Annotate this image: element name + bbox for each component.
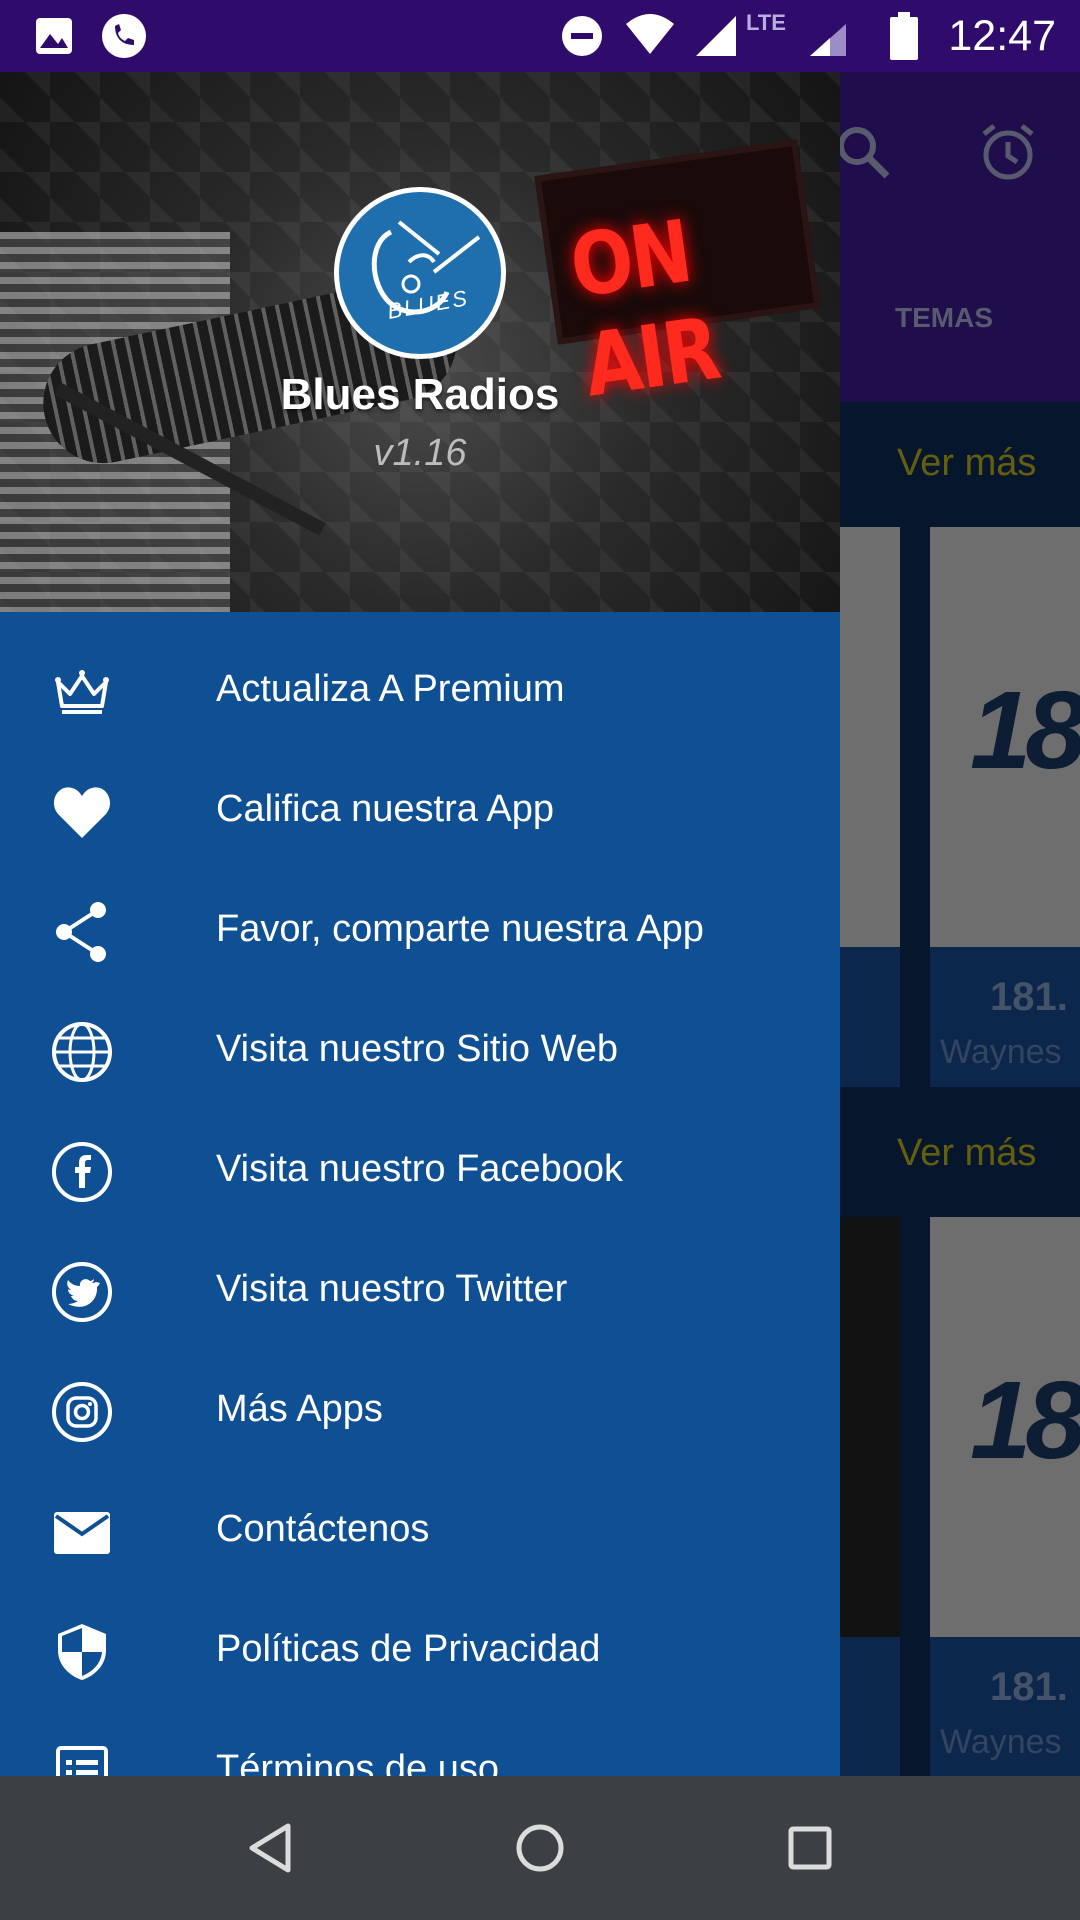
drawer-header: ON AIR BLUES Blues Radios v1.16 (0, 72, 840, 612)
menu-item-label: Políticas de Privacidad (216, 1628, 601, 1670)
app-name: Blues Radios (280, 370, 560, 419)
menu-item-website[interactable]: Visita nuestro Sitio Web (0, 992, 840, 1112)
menu-item-share-app[interactable]: Favor, comparte nuestra App (0, 872, 840, 992)
menu-item-more-apps[interactable]: Más Apps (0, 1352, 840, 1472)
menu-item-premium[interactable]: Actualiza A Premium (0, 632, 840, 752)
app-version: v1.16 (373, 432, 467, 474)
menu-item-label: Visita nuestro Sitio Web (216, 1028, 619, 1070)
menu-item-contact[interactable]: Contáctenos (0, 1472, 840, 1592)
recents-icon[interactable] (780, 1818, 840, 1878)
status-bar: LTE 12:47 (0, 0, 1080, 72)
menu-item-rate-app[interactable]: Califica nuestra App (0, 752, 840, 872)
signal-secondary-icon (810, 24, 846, 56)
menu-item-label: Califica nuestra App (216, 788, 554, 830)
menu-item-label: Términos de uso (216, 1748, 500, 1776)
do-not-disturb-icon (562, 16, 602, 56)
signal-icon (696, 16, 736, 56)
document-list-icon (56, 1746, 108, 1776)
menu-item-terms[interactable]: Términos de uso (0, 1712, 840, 1776)
menu-item-label: Actualiza A Premium (216, 668, 565, 710)
phone-icon (102, 14, 146, 58)
facebook-icon (52, 1142, 112, 1202)
share-icon (56, 902, 106, 962)
guitar-logo-icon (371, 220, 481, 315)
wifi-icon (626, 14, 674, 54)
instagram-icon (52, 1382, 112, 1442)
menu-item-privacy[interactable]: Políticas de Privacidad (0, 1592, 840, 1712)
heart-icon (53, 787, 111, 838)
app-logo: BLUES (334, 187, 506, 359)
battery-icon (890, 12, 918, 60)
on-air-sign: ON AIR (534, 139, 821, 417)
crown-icon (55, 670, 109, 714)
menu-item-label: Visita nuestro Facebook (216, 1148, 623, 1190)
clock: 12:47 (948, 12, 1056, 60)
menu-item-label: Visita nuestro Twitter (216, 1268, 568, 1310)
menu-item-label: Contáctenos (216, 1508, 430, 1550)
menu-item-label: Favor, comparte nuestra App (216, 908, 704, 950)
network-type-label: LTE (746, 10, 786, 35)
mail-icon (54, 1512, 110, 1554)
menu-item-twitter[interactable]: Visita nuestro Twitter (0, 1232, 840, 1352)
home-icon[interactable] (510, 1818, 570, 1878)
twitter-icon (52, 1262, 112, 1322)
navigation-drawer: ON AIR BLUES Blues Radios v1.16 Actualiz… (0, 72, 840, 1776)
image-icon (36, 18, 72, 54)
menu-item-label: Más Apps (216, 1388, 383, 1430)
system-nav-bar (0, 1776, 1080, 1920)
shield-icon (58, 1624, 106, 1680)
back-icon[interactable] (240, 1818, 300, 1878)
globe-icon (52, 1022, 112, 1082)
menu-item-facebook[interactable]: Visita nuestro Facebook (0, 1112, 840, 1232)
